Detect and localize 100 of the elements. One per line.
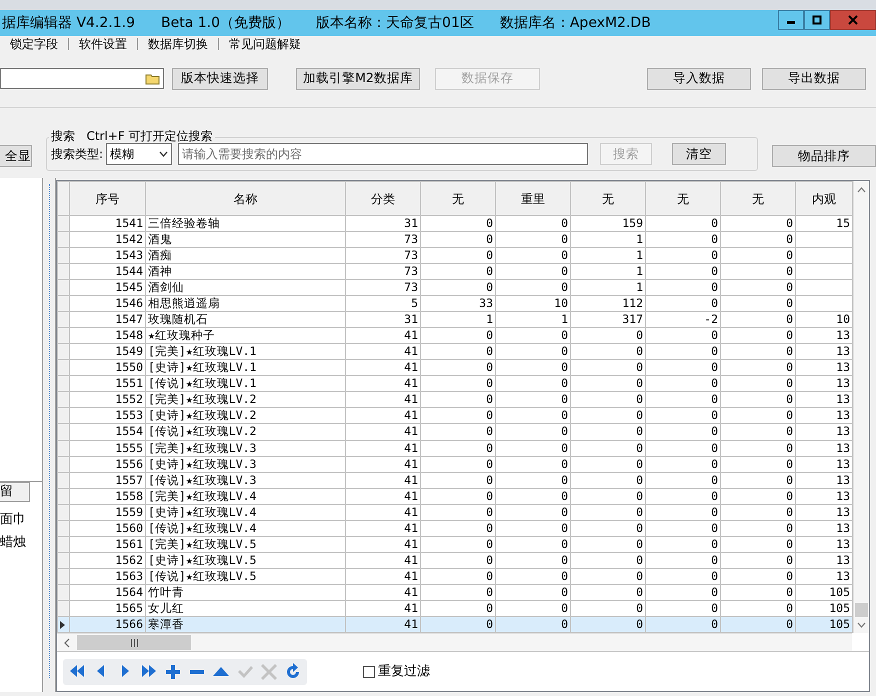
table-cell: 0 xyxy=(570,376,646,392)
table-cell: 0 xyxy=(646,216,720,232)
search-button[interactable]: 清空 xyxy=(672,143,726,165)
column-header[interactable]: 无 xyxy=(570,182,646,216)
table-row[interactable]: 1560 [传说]★红玫瑰LV.4 41 0 0 0 0 0 13 xyxy=(58,520,852,536)
table-row[interactable]: 1543 酒痴 73 0 0 1 0 0 xyxy=(58,248,852,264)
table-row[interactable]: 1548 ★红玫瑰种子 41 0 0 0 0 0 13 xyxy=(58,328,852,344)
sort-button[interactable]: 物品排序 xyxy=(772,145,876,167)
column-header[interactable]: 无 xyxy=(646,182,720,216)
table-row[interactable]: 1565 女儿红 41 0 0 0 0 0 105 xyxy=(58,600,852,616)
table-row[interactable]: 1552 [完美]★红玫瑰LV.2 41 0 0 0 0 0 13 xyxy=(58,392,852,408)
table-cell: 41 xyxy=(346,408,420,424)
table-cell: 0 xyxy=(570,424,646,440)
table-cell: 三倍经验卷轴 xyxy=(146,216,346,232)
table-cell: 1552 xyxy=(70,392,146,408)
table-row[interactable]: 1558 [完美]★红玫瑰LV.4 41 0 0 0 0 0 13 xyxy=(58,488,852,504)
table-row[interactable]: 1549 [完美]★红玫瑰LV.1 41 0 0 0 0 0 13 xyxy=(58,344,852,360)
table-row[interactable]: 1541 三倍经验卷轴 31 0 0 159 0 0 15 xyxy=(58,216,852,232)
table-cell: 41 xyxy=(346,376,420,392)
table-cell: 0 xyxy=(720,424,796,440)
table-row[interactable]: 1562 [史诗]★红玫瑰LV.5 41 0 0 0 0 0 13 xyxy=(58,552,852,568)
caret-icon xyxy=(159,151,168,157)
table-cell: 10 xyxy=(496,296,570,312)
column-header[interactable]: 无 xyxy=(720,182,796,216)
table-cell: 1553 xyxy=(70,408,146,424)
table-cell: 1544 xyxy=(70,264,146,280)
scroll-thumb[interactable] xyxy=(77,635,191,650)
window-title: 版本名称：天命复古01区 xyxy=(316,14,474,32)
table-cell: 0 xyxy=(420,424,496,440)
table-cell: 0 xyxy=(570,616,646,632)
table-cell: 41 xyxy=(346,392,420,408)
column-header[interactable]: 无 xyxy=(420,182,496,216)
close-button[interactable] xyxy=(830,10,876,30)
table-row[interactable]: 1547 玫瑰随机石 31 1 1 317 -2 0 10 xyxy=(58,312,852,328)
table-row[interactable]: 1546 相思熊逍遥扇 5 33 10 112 0 0 xyxy=(58,296,852,312)
table-cell: 0 xyxy=(646,488,720,504)
table-row[interactable]: 1556 [史诗]★红玫瑰LV.3 41 0 0 0 0 0 13 xyxy=(58,456,852,472)
menu-item[interactable]: 数据库切换 xyxy=(148,35,208,53)
show-all-button[interactable]: 全显 xyxy=(0,145,32,167)
table-cell: 0 xyxy=(646,408,720,424)
table-cell: [史诗]★红玫瑰LV.3 xyxy=(146,456,346,472)
search-type-dropdown[interactable]: 模糊 xyxy=(106,143,172,165)
table-cell: 0 xyxy=(420,440,496,456)
table-cell: 1549 xyxy=(70,344,146,360)
list-item[interactable]: 蜡烛 xyxy=(0,531,42,554)
column-header[interactable]: 名称 xyxy=(146,182,346,216)
toolbar-button[interactable]: 导出数据 xyxy=(762,68,866,90)
column-header[interactable]: 序号 xyxy=(70,182,146,216)
list-item[interactable]: 面巾 xyxy=(0,508,42,531)
table-cell: 0 xyxy=(646,344,720,360)
table-cell: 0 xyxy=(646,264,720,280)
table-cell: 0 xyxy=(646,536,720,552)
menu-item[interactable]: 常见问题解疑 xyxy=(229,35,301,53)
search-field[interactable]: 请输入需要搜索的内容 xyxy=(178,143,588,165)
toolbar-button[interactable]: 导入数据 xyxy=(647,68,751,90)
table-cell: 0 xyxy=(720,232,796,248)
table-row[interactable]: 1566 寒潭香 41 0 0 0 0 0 105 xyxy=(58,616,852,632)
table-cell: 41 xyxy=(346,552,420,568)
table-row[interactable]: 1553 [史诗]★红玫瑰LV.2 41 0 0 0 0 0 13 xyxy=(58,408,852,424)
table-cell: 0 xyxy=(646,456,720,472)
column-header[interactable]: 内观 xyxy=(796,182,852,216)
table-cell: 0 xyxy=(496,440,570,456)
table-row[interactable]: 1564 竹叶青 41 0 0 0 0 0 105 xyxy=(58,584,852,600)
table-cell: 0 xyxy=(420,360,496,376)
panel-tab[interactable]: 留 xyxy=(0,482,30,502)
table-row[interactable]: 1554 [传说]★红玫瑰LV.2 41 0 0 0 0 0 13 xyxy=(58,424,852,440)
table-row[interactable]: 1550 [史诗]★红玫瑰LV.1 41 0 0 0 0 0 13 xyxy=(58,360,852,376)
table-cell: 0 xyxy=(496,344,570,360)
maximize-button[interactable] xyxy=(804,10,830,30)
table-cell: 1542 xyxy=(70,232,146,248)
table-cell: 0 xyxy=(720,296,796,312)
minimize-button[interactable] xyxy=(778,10,804,30)
horizontal-scrollbar[interactable] xyxy=(57,633,852,651)
menu-item[interactable]: 软件设置 xyxy=(79,35,127,53)
table-row[interactable]: 1561 [完美]★红玫瑰LV.5 41 0 0 0 0 0 13 xyxy=(58,536,852,552)
table-row[interactable]: 1559 [史诗]★红玫瑰LV.4 41 0 0 0 0 0 13 xyxy=(58,504,852,520)
path-field[interactable] xyxy=(0,68,164,89)
toolbar-button[interactable]: 版本快速选择 xyxy=(172,68,268,90)
table-cell: 0 xyxy=(646,248,720,264)
table-cell: 0 xyxy=(496,232,570,248)
table-row[interactable]: 1544 酒神 73 0 0 1 0 0 xyxy=(58,264,852,280)
table-cell: 0 xyxy=(720,392,796,408)
toolbar-button[interactable]: 加载引擎M2数据库 xyxy=(296,68,420,90)
table-cell: 0 xyxy=(646,232,720,248)
checkbox[interactable] xyxy=(363,666,375,678)
column-header[interactable]: 重里 xyxy=(496,182,570,216)
scroll-thumb[interactable] xyxy=(855,603,868,617)
table-row[interactable]: 1545 酒剑仙 73 0 0 1 0 0 xyxy=(58,280,852,296)
table-row[interactable]: 1542 酒鬼 73 0 0 1 0 0 xyxy=(58,232,852,248)
table-row[interactable]: 1555 [完美]★红玫瑰LV.3 41 0 0 0 0 0 13 xyxy=(58,440,852,456)
table-row[interactable]: 1551 [传说]★红玫瑰LV.1 41 0 0 0 0 0 13 xyxy=(58,376,852,392)
table-cell: 0 xyxy=(570,456,646,472)
menu-item[interactable]: 锁定字段 xyxy=(10,35,58,53)
vertical-scrollbar[interactable] xyxy=(853,181,869,633)
table-cell: 1554 xyxy=(70,424,146,440)
table-cell: 41 xyxy=(346,440,420,456)
table-row[interactable]: 1563 [传说]★红玫瑰LV.5 41 0 0 0 0 0 13 xyxy=(58,568,852,584)
table-cell: [完美]★红玫瑰LV.3 xyxy=(146,440,346,456)
column-header[interactable]: 分类 xyxy=(346,182,420,216)
table-row[interactable]: 1557 [传说]★红玫瑰LV.3 41 0 0 0 0 0 13 xyxy=(58,472,852,488)
